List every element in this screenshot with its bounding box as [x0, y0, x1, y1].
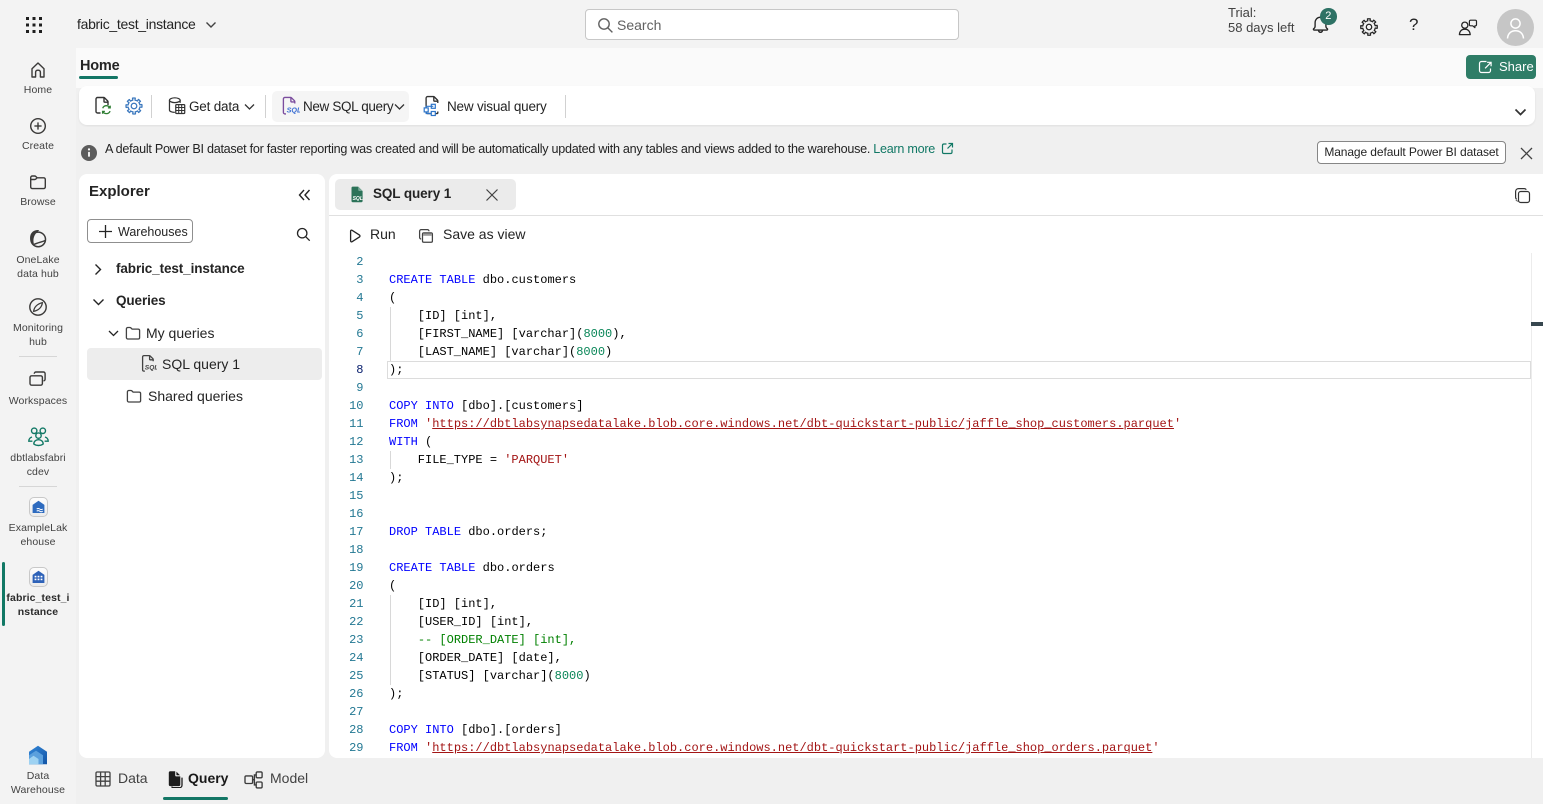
svg-text:SQL: SQL: [145, 365, 157, 372]
svg-text:SQL: SQL: [353, 196, 363, 202]
svg-text:SQL: SQL: [287, 105, 300, 114]
